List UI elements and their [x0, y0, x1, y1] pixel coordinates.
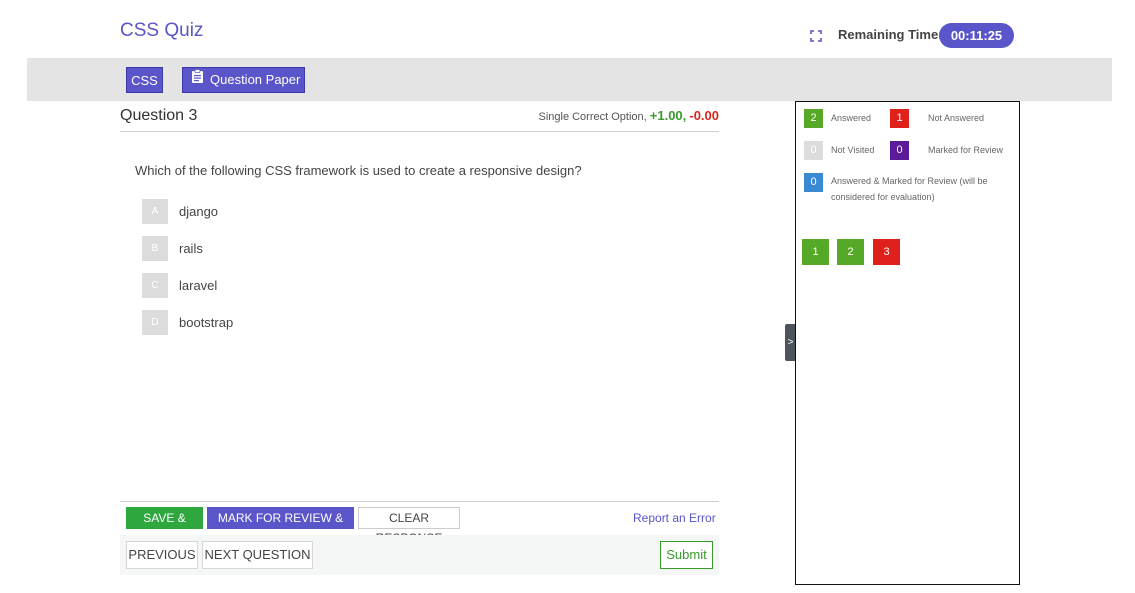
marks-separator: ,: [682, 108, 687, 123]
clipboard-icon: [191, 67, 204, 93]
marked-review-legend-label: Marked for Review: [928, 145, 1004, 155]
option-letter: C: [142, 273, 168, 298]
report-error-link[interactable]: Report an Error: [633, 511, 716, 525]
answered-legend-label: Answered: [831, 113, 872, 123]
submit-button[interactable]: Submit: [660, 541, 713, 569]
clear-response-button[interactable]: CLEAR RESPONSE: [358, 507, 460, 545]
question-header: Question 3 Single Correct Option, +1.00,…: [120, 101, 719, 132]
option-letter: B: [142, 236, 168, 261]
not-visited-legend-label: Not Visited: [831, 145, 875, 155]
answered-marked-count-badge: 0: [804, 173, 823, 192]
timer-badge: 00:11:25: [939, 23, 1014, 48]
question-number: Question 3: [120, 107, 198, 124]
marked-review-count-badge: 0: [890, 141, 909, 160]
save-next-button[interactable]: SAVE & NEXT: [126, 507, 203, 547]
question-paper-button[interactable]: Question Paper: [182, 67, 305, 93]
remaining-time-label: Remaining Time:: [838, 27, 943, 42]
quiz-title: CSS Quiz: [120, 20, 204, 41]
negative-marks: -0.00: [689, 108, 719, 123]
not-answered-legend-label: Not Answered: [928, 113, 985, 123]
answered-marked-legend-label-line1: Answered & Marked for Review (will be: [831, 176, 988, 186]
palette-question-3[interactable]: 3: [873, 239, 900, 265]
option-text: bootstrap: [179, 315, 234, 330]
question-text: Which of the following CSS framework is …: [135, 163, 582, 178]
option-text: django: [179, 204, 219, 219]
question-paper-label: Question Paper: [210, 72, 301, 87]
question-type: Single Correct Option,: [538, 111, 647, 123]
option-letter: A: [142, 199, 168, 224]
option-text: laravel: [179, 278, 218, 293]
answered-marked-legend-label-line2: considered for evaluation): [831, 192, 935, 202]
palette-question-2[interactable]: 2: [837, 239, 864, 265]
marking-scheme: Single Correct Option, +1.00, -0.00: [538, 108, 719, 123]
palette-question-1[interactable]: 1: [802, 239, 829, 265]
option-c[interactable]: C laravel: [142, 273, 217, 298]
not-visited-count-badge: 0: [804, 141, 823, 160]
positive-marks: +1.00: [649, 108, 683, 123]
option-letter: D: [142, 310, 168, 335]
option-b[interactable]: B rails: [142, 236, 203, 261]
option-d[interactable]: D bootstrap: [142, 310, 233, 335]
previous-button[interactable]: PREVIOUS: [126, 541, 198, 569]
not-answered-count-badge: 1: [890, 109, 909, 128]
option-text: rails: [179, 241, 203, 256]
tab-css[interactable]: CSS: [126, 67, 163, 93]
fullscreen-icon[interactable]: [810, 29, 822, 42]
next-question-button[interactable]: NEXT QUESTION: [202, 541, 313, 569]
option-a[interactable]: A django: [142, 199, 218, 224]
answered-count-badge: 2: [804, 109, 823, 128]
mark-review-next-button[interactable]: MARK FOR REVIEW & NEXT: [207, 507, 354, 547]
